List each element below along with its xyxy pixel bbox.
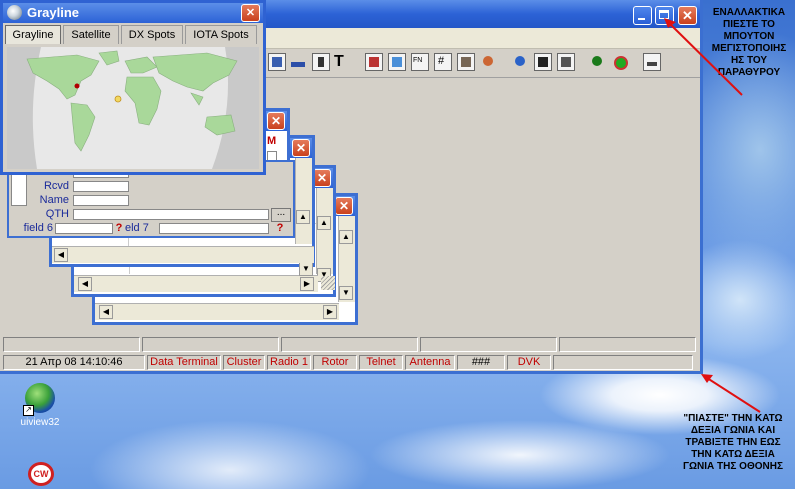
arrow-to-maximize [667,21,743,96]
arrow-to-resize-corner [703,375,761,413]
arrow-head-maximize [664,18,676,28]
annotation-arrows [664,18,761,413]
